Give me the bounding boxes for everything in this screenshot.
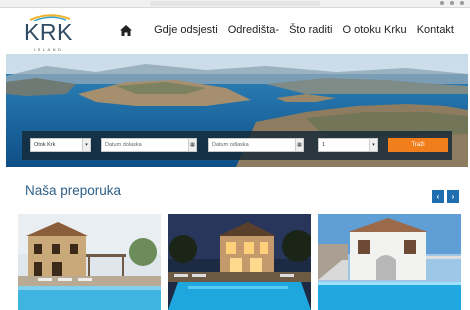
property-photo — [318, 214, 461, 310]
chevron-down-icon: ▾ — [369, 139, 377, 151]
browser-control-icon[interactable] — [440, 1, 444, 5]
calendar-icon[interactable]: ▦ — [295, 139, 303, 151]
nav-item-kontakt[interactable]: Kontakt — [417, 24, 454, 36]
search-bar: Otok Krk ▾ Datum dolaska ▦ Datum odlaska… — [22, 131, 452, 160]
logo-tagline: ISLAND — [34, 47, 64, 52]
browser-chrome — [0, 0, 470, 8]
address-bar[interactable] — [150, 1, 320, 6]
property-photo — [18, 214, 161, 310]
departure-date-field[interactable]: Datum odlaska ▦ — [208, 138, 304, 152]
nav-item-gdje-odsjesti[interactable]: Gdje odsjesti — [154, 24, 218, 36]
nav-item-sto-raditi[interactable]: Što raditi — [289, 24, 332, 36]
property-card-villa-dusk[interactable] — [168, 214, 311, 310]
search-button[interactable]: Traži — [388, 138, 448, 152]
property-photo — [168, 214, 311, 310]
site-header: KRK ISLAND Gdje odsjesti Odredišta- Što … — [0, 8, 470, 54]
location-select[interactable]: Otok Krk ▾ — [30, 138, 91, 152]
arrival-date-field[interactable]: Datum dolaska ▦ — [101, 138, 197, 152]
nav-item-o-otoku-krku[interactable]: O otoku Krku — [342, 24, 406, 36]
carousel-controls: ‹ › — [432, 190, 459, 203]
nav-item-odredista-label: Odredišta — [227, 24, 276, 36]
browser-control-icon[interactable] — [460, 1, 464, 5]
dropdown-indicator-icon: - — [275, 24, 280, 36]
logo-wordmark: KRK — [24, 19, 73, 45]
property-card-stone-house[interactable] — [18, 214, 161, 310]
krk-logo[interactable]: KRK ISLAND — [20, 13, 80, 53]
nav-item-odredista[interactable]: Odredišta- — [228, 24, 279, 36]
chevron-down-icon: ▾ — [82, 139, 90, 151]
carousel-next-button[interactable]: › — [447, 190, 459, 203]
section-title: Naša preporuka — [25, 183, 122, 198]
calendar-icon[interactable]: ▦ — [188, 139, 196, 151]
guests-select[interactable]: 1 ▾ — [318, 138, 378, 152]
departure-date-placeholder: Datum odlaska — [212, 142, 249, 148]
location-value: Otok Krk — [34, 142, 56, 148]
guests-value: 1 — [322, 142, 326, 148]
property-card-white-house[interactable] — [318, 214, 461, 310]
carousel-prev-button[interactable]: ‹ — [432, 190, 444, 203]
browser-control-icon[interactable] — [450, 1, 454, 5]
arrival-date-placeholder: Datum dolaska — [105, 142, 142, 148]
home-icon[interactable] — [120, 23, 134, 37]
main-navigation: Gdje odsjesti Odredišta- Što raditi O ot… — [120, 23, 454, 37]
